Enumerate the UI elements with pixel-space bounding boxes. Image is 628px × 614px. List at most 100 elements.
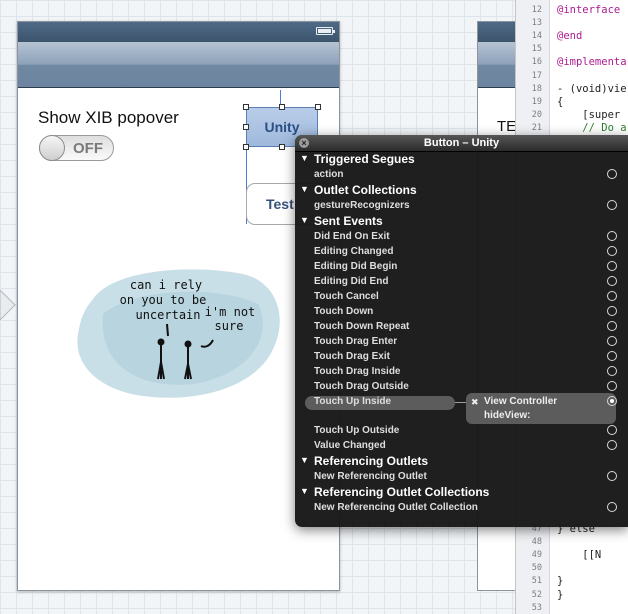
battery-icon <box>316 27 335 35</box>
section-title: Referencing Outlet Collections <box>314 485 490 499</box>
disclosure-triangle-icon[interactable]: ▼ <box>300 486 309 496</box>
outlet-row: Touch Down <box>295 305 628 320</box>
connection-circle-icon[interactable] <box>607 366 617 376</box>
disclosure-triangle-icon[interactable]: ▼ <box>300 455 309 465</box>
disclosure-triangle-icon[interactable]: ▼ <box>300 153 309 163</box>
outlet-row: Did End On Exit <box>295 230 628 245</box>
code-line: - (void)vie <box>557 82 627 95</box>
doodle-text-left-1: can i rely <box>130 278 202 292</box>
outlet-label: Editing Did Begin <box>314 261 398 272</box>
code-line: [super <box>557 108 621 121</box>
connection-circle-icon[interactable] <box>607 351 617 361</box>
code-line: } <box>557 575 564 588</box>
outlet-row: Touch Up Outside <box>295 424 628 439</box>
popover-switch[interactable]: OFF <box>39 135 114 161</box>
outlet-label: Touch Cancel <box>314 291 379 302</box>
outlet-label: action <box>314 169 344 180</box>
section-header[interactable]: ▼ Referencing Outlets <box>295 454 628 470</box>
line-number: 19 <box>531 96 542 107</box>
disclosure-triangle-icon[interactable]: ▼ <box>300 184 309 194</box>
disclosure-triangle-icon[interactable]: ▼ <box>300 215 309 225</box>
line-number: 17 <box>531 70 542 81</box>
connection-circle-icon[interactable] <box>607 425 617 435</box>
section-header[interactable]: ▼ Triggered Segues <box>295 152 628 168</box>
resize-handle-t[interactable] <box>279 104 285 110</box>
code-line: // Do a <box>557 121 627 134</box>
line-number: 13 <box>531 18 542 29</box>
outlet-row: New Referencing Outlet Collection <box>295 501 628 516</box>
section-header[interactable]: ▼ Outlet Collections <box>295 183 628 199</box>
resize-handle-tr[interactable] <box>315 104 321 110</box>
connection-circle-icon[interactable] <box>607 306 617 316</box>
connection-circle-icon[interactable] <box>607 471 617 481</box>
line-number: 16 <box>531 57 542 68</box>
code-line: @end <box>557 30 583 43</box>
resize-handle-l[interactable] <box>243 124 249 130</box>
code-line: } <box>557 588 564 601</box>
panel-title: Button – Unity <box>295 135 628 152</box>
section-title: Outlet Collections <box>314 183 417 197</box>
connection-circle-icon[interactable] <box>607 336 617 346</box>
outlet-label: Touch Up Outside <box>314 425 400 436</box>
section-header[interactable]: ▼ Sent Events <box>295 214 628 230</box>
outlet-label: Touch Down Repeat <box>314 321 410 332</box>
line-number: 50 <box>531 563 542 574</box>
connection-circle-icon[interactable] <box>607 440 617 450</box>
outlet-row: Touch Drag Outside <box>295 380 628 395</box>
line-number: 20 <box>531 109 542 120</box>
line-number: 48 <box>531 537 542 548</box>
doodle-image: can i rely on you to be uncertain i'm no… <box>77 269 280 398</box>
line-number: 12 <box>531 5 542 15</box>
line-number: 14 <box>531 31 542 42</box>
code-line: [[N <box>557 549 602 562</box>
connection-circle-icon[interactable] <box>607 291 617 301</box>
connection-circle-icon[interactable] <box>607 231 617 241</box>
line-number: 15 <box>531 44 542 55</box>
connections-panel: Button – Unity × ✖ View Controller hideV… <box>295 135 628 527</box>
section-title: Sent Events <box>314 214 383 228</box>
code-line: { <box>557 95 564 108</box>
close-icon[interactable]: × <box>299 138 309 148</box>
outlet-label: gestureRecognizers <box>314 200 410 211</box>
outlet-label: Editing Did End <box>314 276 389 287</box>
line-number: 52 <box>531 589 542 600</box>
outlet-label: Touch Drag Inside <box>314 366 401 377</box>
outlet-row: Touch Drag Exit <box>295 350 628 365</box>
connection-circle-icon[interactable] <box>607 502 617 512</box>
switch-state-label: OFF <box>73 140 103 157</box>
section-header[interactable]: ▼ Referencing Outlet Collections <box>295 485 628 501</box>
outlet-row: Touch Up Inside <box>295 395 628 410</box>
outlet-row: action <box>295 168 628 183</box>
line-number: 53 <box>531 602 542 613</box>
status-bar <box>18 22 339 42</box>
outlet-row: New Referencing Outlet <box>295 470 628 485</box>
outlet-row: Editing Did Begin <box>295 260 628 275</box>
section-title: Referencing Outlets <box>314 454 429 468</box>
outlet-row: Editing Did End <box>295 275 628 290</box>
connection-circle-icon[interactable] <box>607 200 617 210</box>
show-xib-label: Show XIB popover <box>38 108 179 127</box>
connection-circle-icon[interactable] <box>607 396 617 406</box>
connection-method: hideView: <box>484 410 531 421</box>
outlet-row: Touch Down Repeat <box>295 320 628 335</box>
outlet-row: Value Changed <box>295 439 628 454</box>
doodle-text-left-3: uncertain <box>135 308 200 322</box>
connection-circle-icon[interactable] <box>607 261 617 271</box>
outlet-label: Touch Drag Enter <box>314 336 398 347</box>
resize-handle-b[interactable] <box>279 144 285 150</box>
connection-circle-icon[interactable] <box>607 321 617 331</box>
resize-handle-tl[interactable] <box>243 104 249 110</box>
outlet-row: Touch Drag Enter <box>295 335 628 350</box>
switch-knob <box>39 135 65 161</box>
layout-guide <box>280 90 281 104</box>
section-title: Triggered Segues <box>314 152 415 166</box>
doodle-text-right-1: i'm not <box>205 305 256 319</box>
outlet-row: Touch Drag Inside <box>295 365 628 380</box>
connection-circle-icon[interactable] <box>607 169 617 179</box>
code-line: @implementa <box>557 56 627 69</box>
connection-circle-icon[interactable] <box>607 276 617 286</box>
connection-circle-icon[interactable] <box>607 246 617 256</box>
line-number: 21 <box>531 122 542 133</box>
connection-circle-icon[interactable] <box>607 381 617 391</box>
outlet-row: Touch Cancel <box>295 290 628 305</box>
